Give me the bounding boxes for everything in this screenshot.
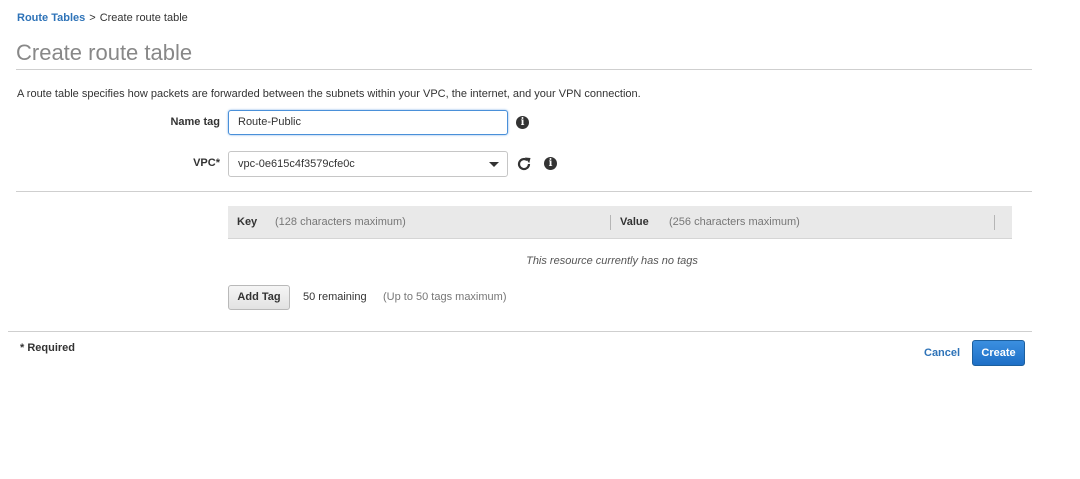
tags-remaining-count: 50 remaining [303,291,367,303]
required-note: * Required [20,342,76,354]
breadcrumb-current: Create route table [99,12,188,24]
breadcrumb-separator: > [89,12,96,24]
column-divider[interactable] [610,215,611,230]
page-title: Create route table [16,40,193,65]
breadcrumb-route-tables-link[interactable]: Route Tables [17,12,85,24]
vpc-select[interactable]: vpc-0e615c4f3579cfe0c [228,151,508,177]
title-divider [16,69,1032,70]
value-column-header: Value [620,216,649,228]
form-divider [16,191,1032,192]
info-icon[interactable]: i [544,157,557,170]
footer-divider [8,331,1032,332]
column-divider[interactable] [994,215,995,230]
breadcrumb: Route Tables > Create route table [17,12,188,24]
create-button[interactable]: Create [972,340,1025,366]
chevron-down-icon [489,162,499,167]
add-tag-button[interactable]: Add Tag [228,285,290,310]
refresh-icon[interactable] [516,156,532,172]
vpc-label: VPC* [193,157,220,169]
value-column-hint: (256 characters maximum) [669,216,800,228]
name-tag-input[interactable]: Route-Public [228,110,508,135]
name-tag-label: Name tag [170,116,220,128]
page-description: A route table specifies how packets are … [17,88,641,100]
key-column-hint: (128 characters maximum) [275,216,406,228]
info-icon[interactable]: i [516,116,529,129]
no-tags-message: This resource currently has no tags [526,255,698,267]
cancel-button[interactable]: Cancel [924,347,960,359]
vpc-selected-value: vpc-0e615c4f3579cfe0c [238,158,355,170]
key-column-header: Key [237,216,258,228]
tags-table-header: Key (128 characters maximum) Value (256 … [228,206,1012,239]
name-tag-value: Route-Public [238,116,301,128]
tags-max-hint: (Up to 50 tags maximum) [383,291,507,303]
